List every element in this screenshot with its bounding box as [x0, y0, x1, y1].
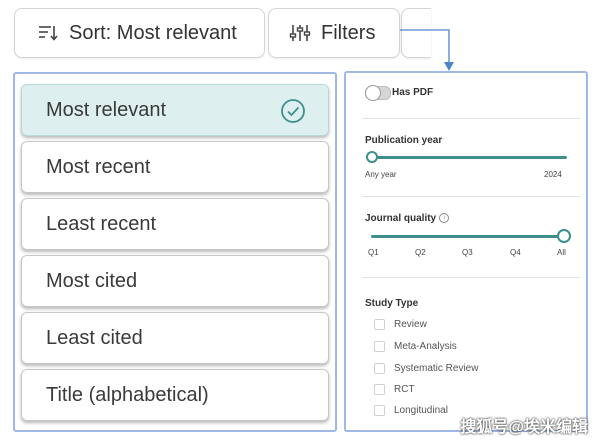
sort-icon	[39, 26, 58, 41]
sort-option-label: Most recent	[46, 155, 151, 178]
study-type-option-label: Review	[394, 319, 427, 330]
has-pdf-toggle[interactable]	[365, 85, 391, 101]
journal-quality-label: Journal quality	[365, 213, 437, 224]
sort-option-least-recent[interactable]: Least recent	[21, 198, 329, 250]
publication-year-label: Publication year	[365, 135, 443, 146]
study-type-option-longitudinal[interactable]: Longitudinal	[374, 405, 448, 416]
has-pdf-label: Has PDF	[392, 87, 434, 98]
journal-quality-heading: Journal quality i	[365, 213, 450, 224]
study-type-option-label: Systematic Review	[394, 363, 479, 374]
journal-quality-track	[371, 235, 564, 238]
sort-button-label: Sort: Most relevant	[69, 21, 237, 44]
journal-quality-tick: Q1	[368, 248, 379, 257]
info-icon[interactable]: i	[439, 213, 450, 224]
sort-option-title-alphabetical[interactable]: Title (alphabetical)	[21, 369, 329, 421]
sort-option-most-relevant[interactable]: Most relevant	[21, 84, 329, 136]
sort-option-label: Most relevant	[46, 98, 167, 121]
watermark: 搜狐号@埃米编辑	[460, 419, 588, 436]
checkbox[interactable]	[374, 363, 385, 374]
filters-button-label: Filters	[321, 21, 376, 44]
publication-year-max-label: 2024	[544, 170, 562, 179]
study-type-option-label: RCT	[394, 384, 415, 395]
journal-quality-tick: Q3	[462, 248, 473, 257]
filters-panel: Has PDF Publication year Any year 2024 J…	[344, 71, 588, 432]
study-type-option-label: Longitudinal	[394, 405, 448, 416]
study-type-option-rct[interactable]: RCT	[374, 384, 415, 395]
study-type-option-meta-analysis[interactable]: Meta-Analysis	[374, 341, 457, 352]
publication-year-track	[371, 156, 567, 159]
sort-option-least-cited[interactable]: Least cited	[21, 312, 329, 364]
check-circle-icon	[281, 99, 305, 123]
checkbox[interactable]	[374, 319, 385, 330]
sort-options-panel: Most relevant Most recent Least recent M…	[13, 72, 337, 432]
filters-button[interactable]: Filters	[268, 8, 400, 58]
sort-option-label: Title (alphabetical)	[46, 383, 209, 406]
journal-quality-tick: All	[557, 248, 566, 257]
toggle-knob	[365, 85, 381, 101]
checkbox[interactable]	[374, 384, 385, 395]
study-type-option-label: Meta-Analysis	[394, 341, 457, 352]
divider	[362, 196, 580, 197]
checkbox[interactable]	[374, 405, 385, 416]
journal-quality-tick: Q4	[510, 248, 521, 257]
sort-option-label: Most cited	[46, 269, 138, 292]
divider	[362, 118, 580, 119]
toolbar-button-partial[interactable]	[401, 8, 431, 58]
study-type-option-systematic-review[interactable]: Systematic Review	[374, 363, 478, 374]
publication-year-min-label: Any year	[365, 170, 397, 179]
publication-year-min-handle[interactable]	[366, 151, 378, 163]
study-type-label: Study Type	[365, 298, 419, 309]
journal-quality-tick: Q2	[415, 248, 426, 257]
journal-quality-handle[interactable]	[557, 229, 571, 243]
sliders-icon	[289, 25, 311, 41]
sort-option-most-cited[interactable]: Most cited	[21, 255, 329, 307]
sort-option-label: Least cited	[46, 326, 143, 349]
checkbox[interactable]	[374, 341, 385, 352]
study-type-option-review[interactable]: Review	[374, 319, 427, 330]
divider	[362, 277, 580, 278]
sort-option-label: Least recent	[46, 212, 157, 235]
sort-button[interactable]: Sort: Most relevant	[14, 8, 265, 58]
sort-option-most-recent[interactable]: Most recent	[21, 141, 329, 193]
